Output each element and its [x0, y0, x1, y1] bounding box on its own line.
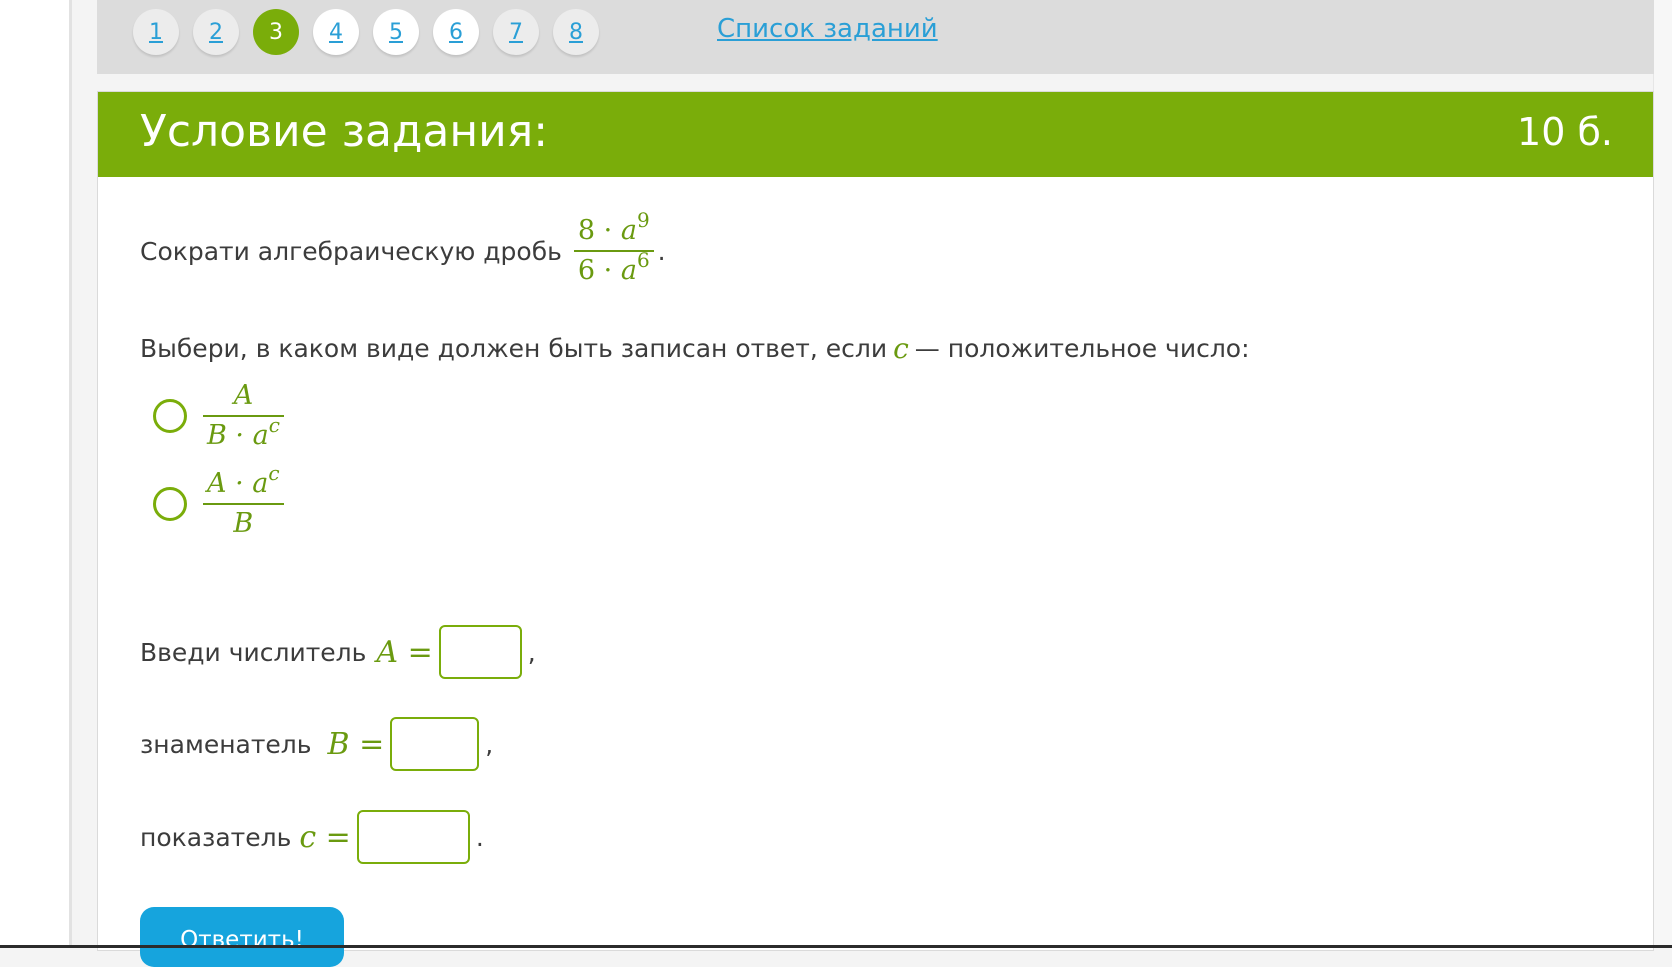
numerator-line: Введи числитель A = , — [140, 625, 536, 679]
question-text-before: Выбери, в каком виде должен быть записан… — [140, 334, 888, 363]
option-1-fraction: A B · ac — [203, 377, 284, 455]
submit-button[interactable]: Ответить! — [140, 907, 344, 967]
comma: , — [527, 637, 536, 667]
task-list-link[interactable]: Список заданий — [717, 14, 938, 44]
task-navigation: 1 2 3 4 5 6 7 8 Список заданий — [97, 0, 1654, 74]
numerator-var: A = — [376, 634, 433, 670]
instruction-period: . — [657, 236, 666, 266]
question-text-after: — положительное число: — [914, 334, 1250, 363]
denominator-input[interactable] — [390, 717, 480, 771]
question-variable: c — [893, 332, 909, 365]
period: . — [475, 822, 484, 852]
nav-page-4[interactable]: 4 — [313, 9, 359, 55]
given-fraction-denominator: 6 · a6 — [577, 248, 650, 286]
denominator-line: знаменатель B = , — [140, 717, 493, 771]
given-fraction-numerator: 8 · a9 — [577, 208, 650, 246]
instruction-text: Сократи алгебраическую дробь — [140, 236, 562, 266]
denominator-label: знаменатель — [140, 729, 312, 759]
given-fraction: 8 · a9 6 · a6 — [573, 208, 654, 290]
radio-button[interactable] — [153, 399, 187, 433]
numerator-label: Введи числитель — [140, 637, 367, 667]
denominator-var: B = — [327, 726, 385, 762]
exponent-line: показатель c = . — [140, 810, 484, 864]
exponent-label: показатель — [140, 822, 292, 852]
option-2-fraction: A · ac B — [203, 463, 284, 543]
task-points: 10 б. — [1517, 110, 1613, 154]
nav-page-7[interactable]: 7 — [493, 9, 539, 55]
numerator-input[interactable] — [438, 625, 522, 679]
scrollbar-track[interactable] — [1653, 0, 1672, 948]
radio-button[interactable] — [153, 487, 187, 521]
nav-page-6[interactable]: 6 — [433, 9, 479, 55]
task-header: Условие задания: 10 б. — [98, 92, 1653, 177]
question-line: Выбери, в каком виде должен быть записан… — [140, 332, 1250, 365]
nav-page-1[interactable]: 1 — [133, 9, 179, 55]
nav-page-2[interactable]: 2 — [193, 9, 239, 55]
nav-page-8[interactable]: 8 — [553, 9, 599, 55]
nav-page-5[interactable]: 5 — [373, 9, 419, 55]
exponent-var: c = — [299, 819, 351, 855]
exponent-input[interactable] — [356, 810, 470, 864]
task-header-title: Условие задания: — [140, 106, 549, 157]
nav-page-3-current[interactable]: 3 — [253, 9, 299, 55]
instruction-line: Сократи алгебраическую дробь 8 · a9 6 · … — [140, 208, 666, 290]
comma: , — [485, 729, 494, 759]
task-card: Условие задания: 10 б. Сократи алгебраич… — [97, 91, 1654, 967]
answer-option-2[interactable]: A · ac B — [153, 463, 288, 543]
left-panel-edge — [0, 0, 72, 948]
answer-option-1[interactable]: A B · ac — [153, 377, 288, 455]
